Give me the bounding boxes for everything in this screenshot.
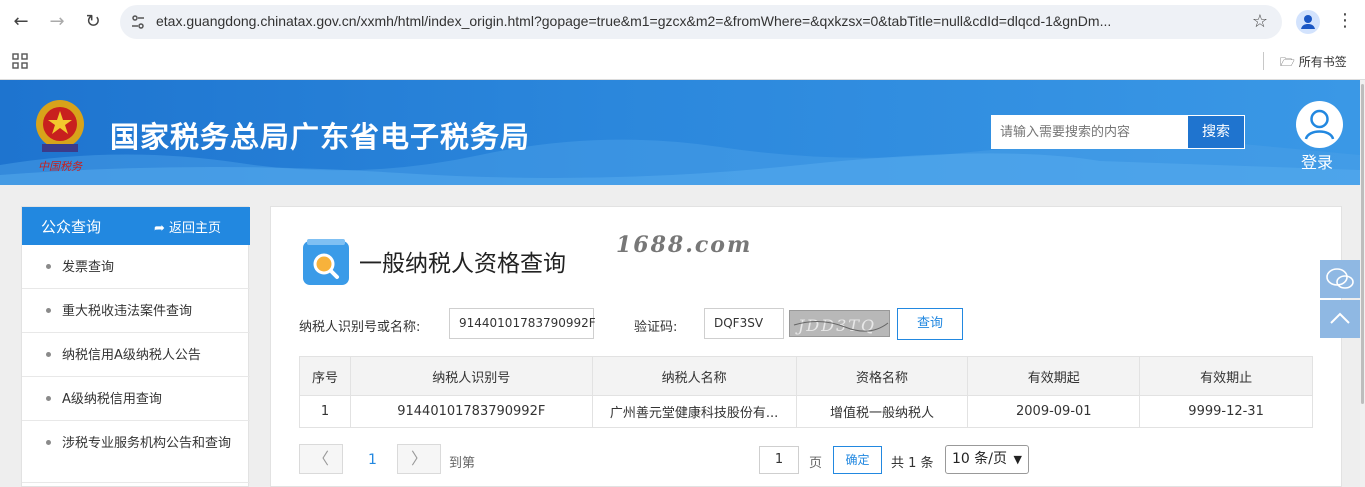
sidebar-item-label: 纳税信用A级纳税人公告: [62, 348, 201, 363]
scrollbar-thumb[interactable]: [1361, 84, 1364, 404]
sidebar-item-a-level-query[interactable]: A级纳税信用查询: [22, 377, 250, 421]
table-row[interactable]: 1 91440101783790992F 广州善元堂健康科技股份有... 增值税…: [299, 395, 1313, 428]
total-count: 共 1 条: [891, 456, 934, 471]
column-header: 有效期起: [967, 356, 1141, 396]
profile-icon[interactable]: [1296, 10, 1320, 34]
column-header: 有效期止: [1139, 356, 1313, 396]
address-bar[interactable]: etax.guangdong.chinatax.gov.cn/xxmh/html…: [120, 5, 1282, 39]
all-bookmarks-label: 所有书签: [1298, 55, 1347, 69]
captcha-image[interactable]: JDD3TQ: [789, 310, 890, 337]
sidebar-item-label: 重大税收违法案件查询: [62, 304, 193, 319]
search-button[interactable]: 搜索: [1187, 115, 1245, 149]
next-page-button[interactable]: 〉: [397, 444, 441, 474]
table-cell: 9999-12-31: [1139, 395, 1313, 428]
column-header: 序号: [299, 356, 351, 396]
sidebar-item-tax-violation[interactable]: 重大税收违法案件查询: [22, 289, 250, 333]
back-icon[interactable]: ←: [8, 9, 34, 35]
site-info-icon[interactable]: [130, 14, 146, 30]
bookmarks-bar: 🗁 所有书签: [0, 44, 1365, 80]
column-header: 纳税人名称: [591, 356, 797, 396]
current-page-number[interactable]: 1: [368, 452, 377, 468]
back-to-top-button[interactable]: [1320, 300, 1360, 338]
bullet-icon: [46, 440, 51, 445]
sidebar-item-label: 发票查询: [62, 260, 115, 275]
goto-label: 到第: [449, 456, 476, 471]
query-magnifier-icon: [303, 239, 349, 285]
watermark-text: 1688.com: [616, 232, 753, 258]
bullet-icon: [46, 396, 51, 401]
sidebar: 公众查询 ➦ 返回主页 发票查询 重大税收违法案件查询 纳税信用A级纳税人公告 …: [21, 206, 250, 487]
table-cell: 2009-09-01: [967, 395, 1141, 428]
login-avatar-icon[interactable]: [1296, 101, 1343, 148]
chevron-down-icon: ▼: [1013, 453, 1022, 466]
sidebar-item-label: A级纳税信用查询: [62, 392, 162, 407]
bullet-icon: [46, 264, 51, 269]
folder-icon: 🗁: [1280, 55, 1295, 69]
sidebar-title: 公众查询: [41, 218, 102, 236]
reload-icon[interactable]: ↻: [80, 9, 106, 35]
all-bookmarks-folder[interactable]: 🗁 所有书签: [1280, 53, 1347, 74]
sidebar-item-service-agencies[interactable]: 涉税专业服务机构公告和查询: [22, 421, 250, 483]
chevron-up-icon: [1330, 312, 1350, 324]
taxpayer-id-label: 纳税人识别号或名称:: [299, 320, 421, 335]
forward-icon[interactable]: →: [44, 9, 70, 35]
page-unit-label: 页: [809, 456, 823, 471]
sidebar-item-invoice-query[interactable]: 发票查询: [22, 245, 250, 289]
back-arrow-icon: ➦: [154, 221, 165, 236]
main-panel: 一般纳税人资格查询 1688.com 纳税人识别号或名称: 9144010178…: [270, 206, 1342, 487]
column-header: 纳税人识别号: [349, 356, 593, 396]
captcha-image-text: JDD3TQ: [795, 316, 876, 335]
result-table: 序号 纳税人识别号 纳税人名称 资格名称 有效期起 有效期止 1 9144010…: [299, 356, 1313, 428]
prev-page-button[interactable]: 〈: [299, 444, 343, 474]
apps-grid-icon[interactable]: [12, 53, 28, 69]
table-cell: 广州善元堂健康科技股份有...: [591, 395, 797, 428]
bullet-icon: [46, 352, 51, 357]
url-text: etax.guangdong.chinatax.gov.cn/xxmh/html…: [156, 13, 1112, 29]
page-size-value: 10 条/页: [952, 451, 1007, 467]
query-button[interactable]: 查询: [897, 308, 963, 340]
site-header: 中国税务 国家税务总局广东省电子税务局 搜索 登录: [0, 80, 1360, 185]
sidebar-item-label: 涉税专业服务机构公告和查询: [62, 436, 232, 451]
back-home-link[interactable]: ➦ 返回主页: [154, 217, 221, 236]
wechat-icon: [1326, 268, 1354, 289]
site-title: 国家税务总局广东省电子税务局: [110, 120, 531, 154]
bullet-icon: [46, 308, 51, 313]
table-cell: 增值税一般纳税人: [795, 395, 969, 428]
bookmark-star-icon[interactable]: ☆: [1252, 11, 1268, 32]
taxpayer-id-input[interactable]: 91440101783790992F: [449, 308, 596, 339]
goto-page-input[interactable]: 1: [759, 446, 799, 474]
captcha-input[interactable]: DQF3SV: [704, 308, 784, 339]
column-header: 资格名称: [795, 356, 969, 396]
login-label[interactable]: 登录: [1301, 149, 1333, 173]
captcha-label: 验证码:: [634, 320, 678, 335]
browser-toolbar: ← → ↻ etax.guangdong.chinatax.gov.cn/xxm…: [0, 0, 1365, 44]
sidebar-header: 公众查询 ➦ 返回主页: [22, 207, 250, 245]
tax-emblem-icon: 中国税务: [36, 100, 84, 173]
bookmarks-divider: [1263, 52, 1264, 70]
site-search-input[interactable]: [991, 115, 1187, 149]
table-cell: 1: [299, 395, 351, 428]
more-menu-icon[interactable]: ⋮: [1336, 10, 1354, 31]
page-title: 一般纳税人资格查询: [359, 251, 566, 277]
emblem-caption: 中国税务: [38, 160, 83, 173]
back-home-label: 返回主页: [169, 221, 222, 236]
wechat-float-button[interactable]: [1320, 260, 1360, 298]
table-header-row: 序号 纳税人识别号 纳税人名称 资格名称 有效期起 有效期止: [299, 356, 1313, 396]
sidebar-item-a-level-notice[interactable]: 纳税信用A级纳税人公告: [22, 333, 250, 377]
table-cell: 91440101783790992F: [349, 395, 593, 428]
goto-confirm-button[interactable]: 确定: [833, 446, 882, 474]
page-size-select[interactable]: 10 条/页 ▼: [945, 445, 1029, 474]
